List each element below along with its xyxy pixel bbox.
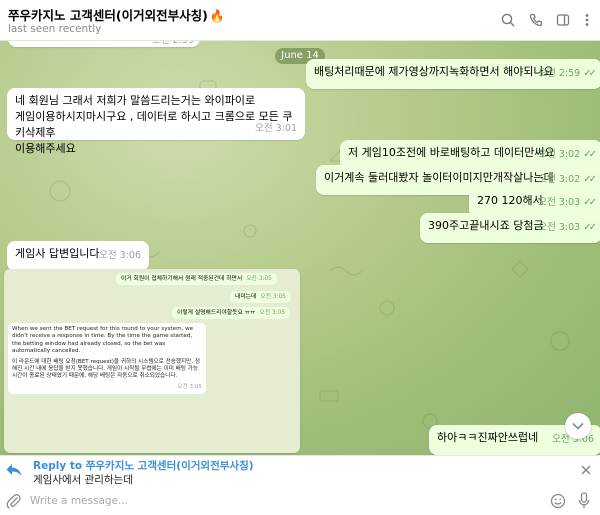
mini-message: 내미는데 오전 3:05 <box>230 291 291 303</box>
sidebar-icon[interactable] <box>554 11 572 29</box>
message-text: 게임사 답변입니다 <box>15 247 100 260</box>
message-time: 오전 3:02 ✓✓ <box>538 149 597 160</box>
message-composer <box>0 488 600 515</box>
message-bubble-incoming[interactable]: 게임사 답변입니다 오전 3:06 <box>7 241 149 271</box>
chat-header: 쭈우카지노 고객센터(이거외전부사칭) 🔥 last seen recently <box>0 0 600 41</box>
message-time: 오전 3:03 ✓✓ <box>538 197 597 208</box>
message-line: 이용해주세요 <box>15 142 76 155</box>
message-time: 오전 3:03 ✓✓ <box>538 222 597 233</box>
check-icon: ✓✓ <box>583 174 597 185</box>
chat-title[interactable]: 쭈우카지노 고객센터(이거외전부사칭) 🔥 <box>8 5 225 24</box>
reply-preview: Reply to 쭈우카지노 고객센터(이거외전부사칭) 게임사에서 관리하는데 <box>0 455 600 488</box>
message-line: 네 회원님 그래서 저희가 말씀드리는거는 와이파이로 <box>15 94 256 107</box>
emoji-icon[interactable] <box>550 493 566 509</box>
scroll-down-button[interactable] <box>565 413 591 439</box>
message-bubble-incoming[interactable]: 네 회원님 그래서 저희가 말씀드리는거는 와이파이로 게임이용하시지마시구요 … <box>7 88 305 155</box>
message-text: 390주고끝내시죠 당첨금 <box>428 219 544 232</box>
message-text: 하아ㅋㅋ진짜안쓰럽네 <box>437 431 539 444</box>
check-icon: ✓✓ <box>583 68 597 79</box>
microphone-icon[interactable] <box>578 492 590 510</box>
chevron-down-icon <box>572 422 584 430</box>
phone-icon[interactable] <box>527 11 545 29</box>
mini-message: 이렇게 설명해드리야할듯요 ㅠㅠ 오전 3:05 <box>172 307 290 319</box>
reply-text: 게임사에서 관리하는데 <box>33 474 133 486</box>
message-input[interactable] <box>30 492 530 510</box>
message-list[interactable]: 오전 2:59 June 14 배팅처리때문에 제가영상까지녹화하면서 해야되나… <box>0 41 600 455</box>
message-time: 오전 3:01 <box>255 123 297 134</box>
close-icon[interactable] <box>580 464 592 476</box>
message-text: 저 게임10조전에 바로배팅하고 데이터만써요 <box>348 146 555 159</box>
telegram-window: 쭈우카지노 고객센터(이거외전부사칭)🔥 last seen recently <box>0 0 600 515</box>
message-text: 270 120해서 <box>477 194 543 207</box>
reply-label: Reply to 쭈우카지노 고객센터(이거외전부사칭) <box>33 460 254 472</box>
message-bubble-outgoing[interactable]: 배팅처리때문에 제가영상까지녹화하면서 해야되나요 오전 2:59 ✓✓ <box>306 59 600 89</box>
check-icon: ✓✓ <box>583 149 597 160</box>
message-text: 이거계속 둘러대봤자 놀이터이미지만개작살나는데 <box>324 171 554 184</box>
check-icon: ✓✓ <box>583 197 597 208</box>
search-icon[interactable] <box>499 11 517 29</box>
check-icon: ✓✓ <box>583 222 597 233</box>
reply-arrow-icon <box>6 464 22 476</box>
fire-emoji: 🔥 <box>209 9 225 23</box>
attach-icon[interactable] <box>6 493 22 510</box>
chat-status: last seen recently <box>8 23 102 35</box>
message-bubble-partial[interactable]: 오전 2:59 <box>8 41 200 47</box>
mini-message: 이거 회원이 접체하기해서 원래 적중된건데 하면서 오전 3:05 <box>116 273 277 285</box>
message-bubble-outgoing[interactable]: 390주고끝내시죠 당첨금 오전 3:03 ✓✓ <box>420 213 600 243</box>
message-time: 오전 2:59 ✓✓ <box>538 68 597 79</box>
message-text: 배팅처리때문에 제가영상까지녹화하면서 해야되나요 <box>314 65 554 78</box>
mini-message-incoming: When we sent the BET request for this ro… <box>8 323 206 395</box>
screenshot-image[interactable]: 이거 회원이 접체하기해서 원래 적중된건데 하면서 오전 3:05 내미는데 오전… <box>4 269 300 453</box>
message-time: 오전 3:06 <box>99 250 141 261</box>
message-time: 오전 3:02 ✓✓ <box>538 174 597 185</box>
more-icon[interactable] <box>578 11 596 29</box>
